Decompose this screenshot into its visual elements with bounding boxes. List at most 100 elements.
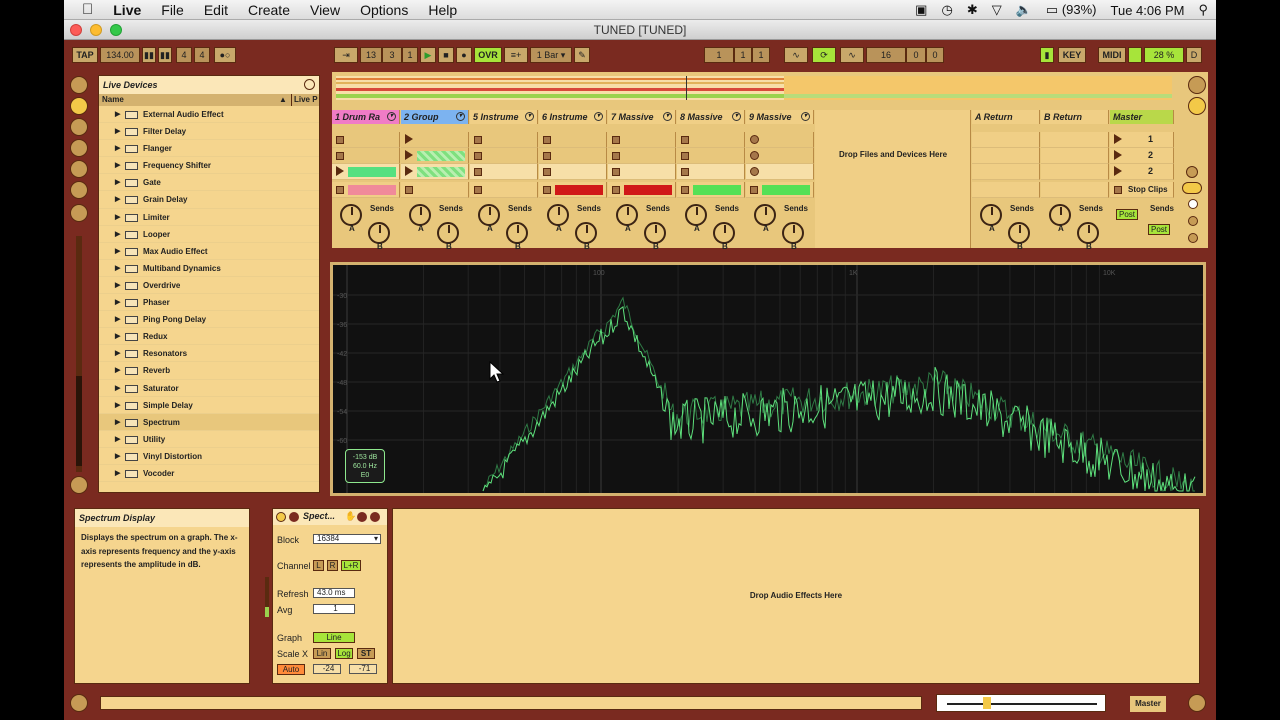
browser-item[interactable]: ▶ Flanger: [99, 140, 319, 158]
send-a-knob[interactable]: [685, 204, 707, 226]
clip-stop-icon[interactable]: [543, 136, 551, 144]
browser-options-icon[interactable]: [304, 79, 315, 90]
expand-arrow-icon[interactable]: ▶: [115, 311, 120, 328]
browser-item[interactable]: ▶ Phaser: [99, 294, 319, 312]
tempo-field[interactable]: 134.00: [100, 47, 140, 63]
device-drop-area[interactable]: Drop Audio Effects Here: [392, 508, 1200, 684]
clip-stop-icon[interactable]: [612, 152, 620, 160]
track-stop-icon[interactable]: [336, 186, 344, 194]
track-fold-icon[interactable]: ▾: [732, 112, 741, 121]
overdub-button[interactable]: OVR: [474, 47, 502, 63]
master-track-header[interactable]: Master: [1110, 110, 1174, 124]
clip-stop-icon[interactable]: [681, 136, 689, 144]
send-b-knob[interactable]: [368, 222, 390, 244]
return-track-header[interactable]: B Return: [1041, 110, 1109, 124]
clip-slot[interactable]: [470, 132, 538, 148]
draw-mode-icon[interactable]: ✎: [574, 47, 590, 63]
clip-record-icon[interactable]: [750, 167, 759, 176]
screen-record-icon[interactable]: ▣: [915, 2, 927, 18]
clip[interactable]: [348, 167, 396, 177]
arrangement-view-toggle-icon[interactable]: [1188, 97, 1206, 115]
browser-item[interactable]: ▶ Looper: [99, 226, 319, 243]
places-2-icon[interactable]: [70, 160, 88, 178]
device-fold-icon[interactable]: [289, 512, 299, 522]
expand-arrow-icon[interactable]: ▶: [115, 260, 120, 277]
track-header[interactable]: 7 Massive ▾: [608, 110, 676, 124]
mixer-toggle-icon[interactable]: [1188, 216, 1198, 226]
position-beat[interactable]: 3: [382, 47, 402, 63]
range-low-field[interactable]: -24: [313, 664, 341, 674]
expand-arrow-icon[interactable]: ▶: [115, 431, 120, 448]
track-stop-slot[interactable]: [608, 182, 676, 198]
track-stop-slot[interactable]: [401, 182, 469, 198]
graph-mode-button[interactable]: Line: [313, 632, 355, 643]
clip-stop-icon[interactable]: [612, 168, 620, 176]
time-machine-icon[interactable]: ◷: [941, 2, 952, 18]
stop-all-icon[interactable]: [1114, 186, 1122, 194]
stop-all-clips-slot[interactable]: Stop Clips: [1110, 182, 1174, 198]
expand-arrow-icon[interactable]: ▶: [115, 414, 120, 431]
track-stop-icon[interactable]: [612, 186, 620, 194]
clip-play-icon[interactable]: [405, 134, 413, 144]
clip[interactable]: [417, 167, 465, 177]
clip-stop-icon[interactable]: [543, 152, 551, 160]
track-stop-icon[interactable]: [474, 186, 482, 194]
channel-right-button[interactable]: R: [327, 560, 338, 571]
loop-start-beat[interactable]: 1: [734, 47, 752, 63]
clip-stop-icon[interactable]: [336, 152, 344, 160]
track-header[interactable]: 8 Massive ▾: [677, 110, 745, 124]
column-name[interactable]: Name: [102, 95, 124, 104]
drop-files-zone[interactable]: Drop Files and Devices Here: [815, 110, 971, 248]
expand-arrow-icon[interactable]: ▶: [115, 397, 120, 414]
track-fold-icon[interactable]: ▾: [387, 112, 396, 121]
browser-item[interactable]: ▶ Vocoder: [99, 465, 319, 483]
clip-slot[interactable]: [746, 148, 814, 164]
browser-scrollbar[interactable]: [76, 236, 82, 472]
spectrum-display[interactable]: -30 -36 -42 -48 -54 -60 100 1K 10K -153 dB 60.0 …: [330, 262, 1206, 496]
channel-left-button[interactable]: L: [313, 560, 324, 571]
punch-in-icon[interactable]: ∿: [784, 47, 808, 63]
browser-item[interactable]: ▶ Overdrive: [99, 277, 319, 295]
scene-launch-icon[interactable]: [1114, 150, 1122, 160]
column-live-pack[interactable]: Live P: [291, 94, 318, 106]
spotlight-search-icon[interactable]: ⚲: [1198, 2, 1208, 18]
clip-slot[interactable]: [608, 148, 676, 164]
browser-item[interactable]: ▶ Utility: [99, 431, 319, 448]
expand-arrow-icon[interactable]: ▶: [115, 106, 120, 123]
track-fold-icon[interactable]: ▾: [525, 112, 534, 121]
track-header[interactable]: 1 Drum Ra ▾: [332, 110, 400, 124]
browser-item[interactable]: ▶ Vinyl Distortion: [99, 448, 319, 465]
stop-icon[interactable]: ■: [438, 47, 454, 63]
clip-slot[interactable]: [608, 132, 676, 148]
expand-arrow-icon[interactable]: ▶: [115, 277, 120, 294]
record-icon[interactable]: ●: [456, 47, 472, 63]
wifi-icon[interactable]: ▽: [992, 2, 1002, 18]
track-stop-icon[interactable]: [543, 186, 551, 194]
scene-launch-icon[interactable]: [1114, 166, 1122, 176]
send-b-knob[interactable]: [644, 222, 666, 244]
track-stop-slot[interactable]: [470, 182, 538, 198]
browser-item[interactable]: ▶ Spectrum: [99, 413, 319, 431]
clip-slot[interactable]: [746, 132, 814, 148]
places-3-icon[interactable]: [70, 181, 88, 199]
expand-arrow-icon[interactable]: ▶: [115, 448, 120, 465]
track-stop-slot[interactable]: [746, 182, 814, 198]
expand-arrow-icon[interactable]: ▶: [115, 243, 120, 260]
menu-file[interactable]: File: [161, 2, 184, 18]
track-stop-slot[interactable]: [332, 182, 400, 198]
browser-toggle-icon[interactable]: [70, 76, 88, 94]
browser-item[interactable]: ▶ Multiband Dynamics: [99, 260, 319, 277]
clip[interactable]: [417, 151, 465, 161]
clock[interactable]: Tue 4:06 PM: [1111, 3, 1185, 18]
send-b-knob[interactable]: [713, 222, 735, 244]
send-a-knob[interactable]: [754, 204, 776, 226]
expand-arrow-icon[interactable]: ▶: [115, 465, 120, 482]
browser-item[interactable]: ▶ Saturator: [99, 380, 319, 397]
browser-item[interactable]: ▶ Grain Delay: [99, 191, 319, 209]
loop-start-bar[interactable]: 1: [704, 47, 734, 63]
bluetooth-icon[interactable]: ✱: [967, 2, 978, 18]
track-header[interactable]: 9 Massive ▾: [746, 110, 814, 124]
crossfader-toggle-icon[interactable]: [1188, 233, 1198, 243]
device-on-icon[interactable]: [276, 512, 286, 522]
plugin-devices-icon[interactable]: [70, 118, 88, 136]
